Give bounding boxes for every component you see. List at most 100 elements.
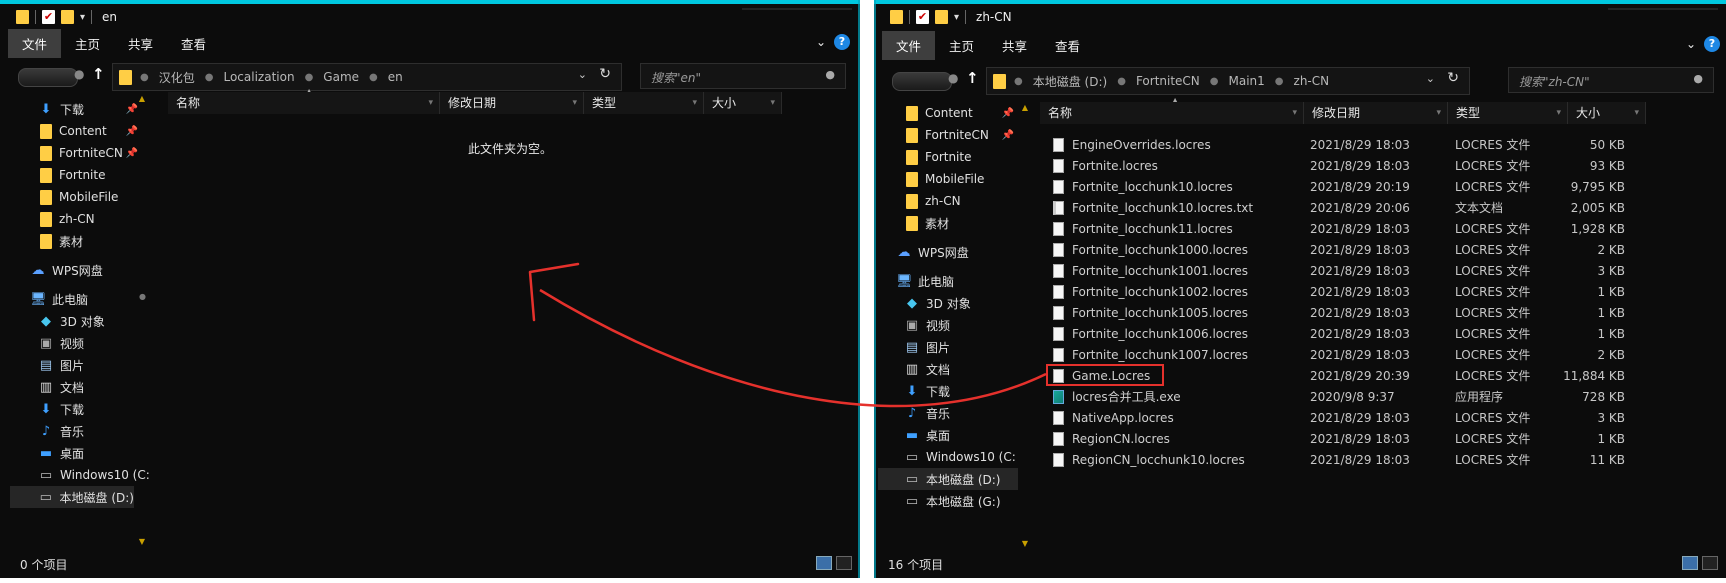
- help-icon[interactable]: ?: [834, 34, 850, 50]
- back-forward-buttons[interactable]: [892, 72, 952, 91]
- column-dropdown-icon[interactable]: ▾: [1436, 102, 1441, 124]
- properties-check-icon[interactable]: ✔: [42, 10, 55, 24]
- nav-item-mobilefile[interactable]: MobileFile: [906, 168, 984, 190]
- column-dropdown-icon[interactable]: ▾: [692, 92, 697, 114]
- nav-item-zh-cn[interactable]: zh-CN: [906, 190, 961, 212]
- nav-item-drive-d[interactable]: ▭ 本地磁盘 (D:): [10, 486, 134, 508]
- up-arrow-icon[interactable]: ↑: [92, 65, 105, 83]
- tab-file[interactable]: 文件: [8, 29, 62, 58]
- nav-item-pictures[interactable]: ▤ 图片: [38, 354, 84, 376]
- column-type[interactable]: 类型 ▾: [584, 92, 704, 114]
- breadcrumb-separator[interactable]: ●: [369, 72, 378, 83]
- column-date[interactable]: 修改日期 ▾: [1304, 102, 1448, 124]
- search-box[interactable]: 搜索"en" ●: [640, 63, 846, 89]
- file-row[interactable]: NativeApp.locres 2021/8/29 18:03 LOCRES 文件…: [1047, 407, 1645, 428]
- nav-item-downloads-pc[interactable]: ⬇ 下载: [38, 398, 84, 420]
- nav-item-fortnitecn[interactable]: FortniteCN 📌: [40, 142, 146, 164]
- nav-item-drive-g[interactable]: ▭ 本地磁盘 (G:): [904, 490, 1001, 512]
- file-row[interactable]: Fortnite_locchunk1001.locres 2021/8/29 18…: [1047, 260, 1645, 281]
- file-row[interactable]: Fortnite_locchunk1007.locres 2021/8/29 18…: [1047, 344, 1645, 365]
- help-icon[interactable]: ?: [1704, 36, 1720, 52]
- expand-ribbon-chevron-icon[interactable]: ⌄: [1686, 37, 1696, 51]
- breadcrumb-item[interactable]: 汉化包: [159, 69, 195, 86]
- nav-item-this-pc[interactable]: 🖥 此电脑: [30, 288, 88, 310]
- nav-item-music[interactable]: ♪ 音乐: [904, 402, 950, 424]
- nav-item-drive-c[interactable]: ▭ Windows10 (C:: [38, 464, 150, 486]
- column-dropdown-icon[interactable]: ▾: [428, 92, 433, 114]
- nav-item-wps-cloud[interactable]: ☁ WPS网盘: [30, 259, 103, 281]
- nav-scrollbar[interactable]: ▲ ▼: [1020, 101, 1030, 548]
- scroll-up-arrow-icon[interactable]: ▲: [1020, 103, 1030, 112]
- search-box[interactable]: 搜索"zh-CN" ●: [1508, 67, 1714, 93]
- tab-view[interactable]: 查看: [1041, 31, 1094, 60]
- nav-item-documents[interactable]: ▥ 文档: [904, 358, 950, 380]
- breadcrumb-separator[interactable]: ●: [140, 72, 149, 83]
- breadcrumb-item[interactable]: Game: [323, 70, 359, 84]
- column-dropdown-icon[interactable]: ▾: [770, 92, 775, 114]
- expand-ribbon-chevron-icon[interactable]: ⌄: [816, 35, 826, 49]
- breadcrumb-separator[interactable]: ●: [1117, 76, 1126, 87]
- search-icon[interactable]: ●: [825, 68, 835, 81]
- address-dropdown-icon[interactable]: ⌄: [578, 68, 587, 81]
- breadcrumb-item[interactable]: Main1: [1229, 74, 1265, 88]
- breadcrumb-item[interactable]: FortniteCN: [1136, 74, 1200, 88]
- breadcrumb-item[interactable]: en: [388, 70, 403, 84]
- file-row[interactable]: Fortnite_locchunk10.locres 2021/8/29 20:1…: [1047, 176, 1645, 197]
- folder-icon[interactable]: [16, 10, 29, 24]
- large-icons-view-icon[interactable]: [836, 556, 852, 570]
- quick-access-dropdown-icon[interactable]: ▾: [80, 12, 85, 23]
- nav-item-sucai[interactable]: 素材: [40, 230, 83, 252]
- nav-item-content[interactable]: Content 📌: [906, 102, 1022, 124]
- scroll-down-arrow-icon[interactable]: ▼: [1020, 539, 1030, 548]
- breadcrumb-item[interactable]: zh-CN: [1294, 74, 1330, 88]
- folder-icon[interactable]: [890, 10, 903, 24]
- file-row[interactable]: RegionCN_locchunk10.locres 2021/8/29 18:0…: [1047, 449, 1645, 470]
- address-bar[interactable]: ● 汉化包 ● Localization ● Game ● en ⌄ ↻: [112, 63, 622, 91]
- refresh-icon[interactable]: ↻: [599, 66, 611, 82]
- file-row[interactable]: Fortnite.locres 2021/8/29 18:03 LOCRES 文件 9…: [1047, 155, 1645, 176]
- column-dropdown-icon[interactable]: ▾: [1634, 102, 1639, 124]
- column-type[interactable]: 类型 ▾: [1448, 102, 1568, 124]
- nav-item-fortnitecn[interactable]: FortniteCN 📌: [906, 124, 1022, 146]
- address-bar[interactable]: ● 本地磁盘 (D:) ● FortniteCN ● Main1 ● zh-CN…: [986, 67, 1470, 95]
- tab-share[interactable]: 共享: [114, 29, 167, 58]
- recent-locations-icon[interactable]: ●: [74, 67, 84, 81]
- nav-item-downloads[interactable]: ⬇ 下载 📌: [38, 98, 146, 120]
- nav-item-desktop[interactable]: ▬ 桌面: [38, 442, 84, 464]
- column-name[interactable]: 名称 ▾: [1040, 102, 1304, 124]
- up-arrow-icon[interactable]: ↑: [966, 69, 979, 87]
- refresh-icon[interactable]: ↻: [1447, 70, 1459, 86]
- tab-file[interactable]: 文件: [882, 31, 936, 60]
- breadcrumb-separator[interactable]: ●: [305, 72, 314, 83]
- large-icons-view-icon[interactable]: [1702, 556, 1718, 570]
- nav-item-3d-objects[interactable]: ◆ 3D 对象: [38, 310, 105, 332]
- nav-item-videos[interactable]: ▣ 视频: [904, 314, 950, 336]
- address-dropdown-icon[interactable]: ⌄: [1426, 72, 1435, 85]
- column-date[interactable]: 修改日期 ▾: [440, 92, 584, 114]
- nav-item-drive-c[interactable]: ▭ Windows10 (C:: [904, 446, 1016, 468]
- details-view-icon[interactable]: [1682, 556, 1698, 570]
- new-folder-icon[interactable]: [61, 10, 74, 24]
- tab-view[interactable]: 查看: [167, 29, 220, 58]
- file-row[interactable]: locres合并工具.exe 2020/9/8 9:37 应用程序 728 KB: [1047, 386, 1645, 407]
- back-forward-buttons[interactable]: [18, 68, 78, 87]
- nav-item-3d-objects[interactable]: ◆ 3D 对象: [904, 292, 971, 314]
- column-size[interactable]: 大小 ▾: [1568, 102, 1646, 124]
- scroll-up-arrow-icon[interactable]: ▲: [137, 94, 147, 103]
- file-row[interactable]: Fortnite_locchunk11.locres 2021/8/29 18:0…: [1047, 218, 1645, 239]
- search-icon[interactable]: ●: [1693, 72, 1703, 85]
- properties-check-icon[interactable]: ✔: [916, 10, 929, 24]
- tab-share[interactable]: 共享: [988, 31, 1041, 60]
- nav-item-videos[interactable]: ▣ 视频: [38, 332, 84, 354]
- nav-item-drive-d[interactable]: ▭ 本地磁盘 (D:): [878, 468, 1018, 490]
- details-view-icon[interactable]: [816, 556, 832, 570]
- scroll-thumb[interactable]: ●: [139, 292, 146, 301]
- file-row[interactable]: Fortnite_locchunk1006.locres 2021/8/29 18…: [1047, 323, 1645, 344]
- column-dropdown-icon[interactable]: ▾: [572, 92, 577, 114]
- nav-item-wps-cloud[interactable]: ☁ WPS网盘: [896, 241, 969, 263]
- nav-item-documents[interactable]: ▥ 文档: [38, 376, 84, 398]
- recent-locations-icon[interactable]: ●: [948, 71, 958, 85]
- file-row[interactable]: Fortnite_locchunk1000.locres 2021/8/29 18…: [1047, 239, 1645, 260]
- nav-item-zh-cn[interactable]: zh-CN: [40, 208, 95, 230]
- breadcrumb-separator[interactable]: ●: [1014, 76, 1023, 87]
